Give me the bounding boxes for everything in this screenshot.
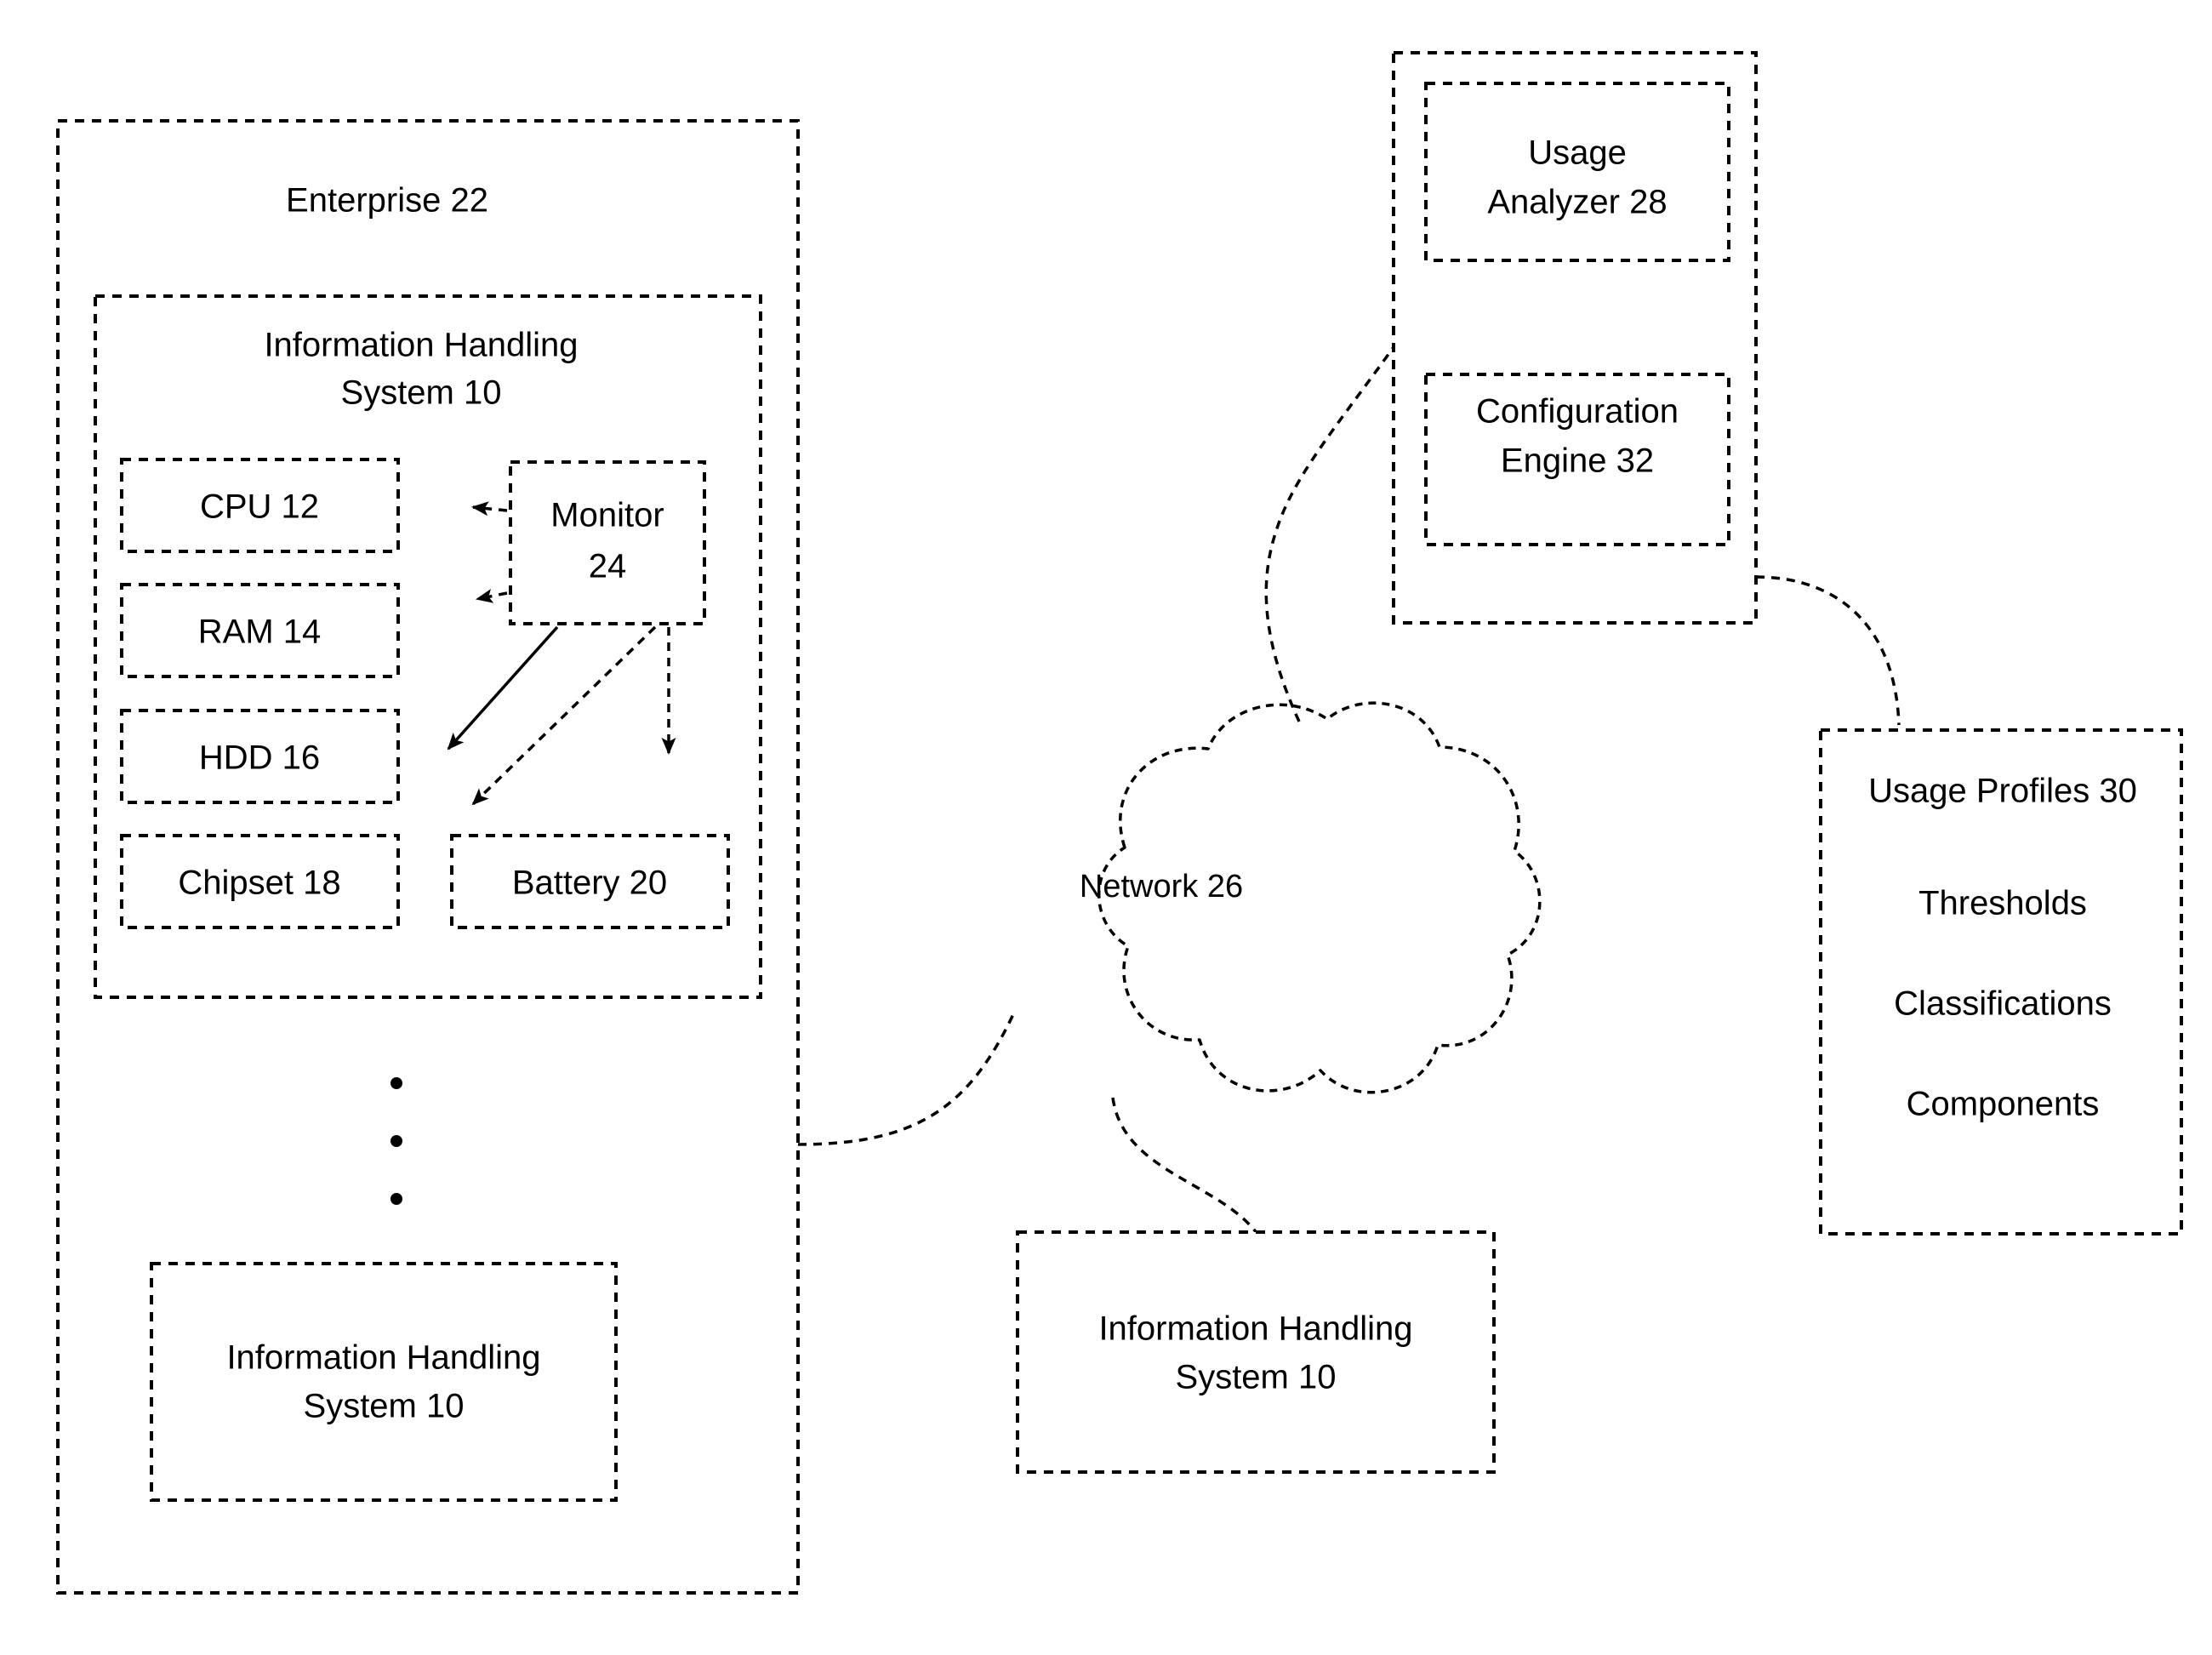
component-label-battery: Battery 20 — [512, 865, 667, 902]
connector-enterprise-to-network — [797, 1012, 1016, 1146]
network-label: Network 26 — [1080, 869, 1243, 905]
usage-analyzer-line1: Usage — [1528, 134, 1627, 172]
monitor-label-line1: Monitor — [550, 497, 664, 534]
configuration-engine-line1: Configuration — [1476, 393, 1679, 431]
component-label-hdd: HDD 16 — [199, 739, 320, 777]
monitor-box — [509, 460, 706, 625]
ihs-title-line2: System 10 — [341, 374, 502, 412]
additional-system-line2: System 10 — [304, 1388, 465, 1425]
component-label-ram: RAM 14 — [198, 613, 322, 651]
ihs-title-line1: Information Handling — [264, 327, 578, 364]
usage-profiles-entry-thresholds: Thresholds — [1918, 885, 2087, 922]
enterprise-title: Enterprise 22 — [286, 182, 488, 220]
monitor-label-line2: 24 — [589, 548, 627, 585]
patent-diagram-svg: Enterprise 22 Information Handling Syste… — [56, 51, 2183, 1595]
component-label-cpu: CPU 12 — [200, 488, 319, 526]
additional-system-box — [150, 1262, 618, 1502]
usage-analyzer-box — [1424, 82, 1730, 262]
usage-profiles-title: Usage Profiles 30 — [1868, 773, 2137, 810]
additional-system-line1: Information Handling — [226, 1339, 540, 1377]
connector-network-to-analyzer — [1264, 345, 1395, 722]
component-label-chipset: Chipset 18 — [178, 865, 340, 902]
connector-analyzer-to-profiles — [1755, 575, 1901, 726]
remote-system-line1: Information Handling — [1098, 1310, 1412, 1348]
usage-profiles-entry-classifications: Classifications — [1894, 985, 2112, 1023]
remote-system-line2: System 10 — [1176, 1359, 1337, 1396]
configuration-engine-line2: Engine 32 — [1501, 442, 1654, 480]
figure-canvas: Enterprise 22 Information Handling Syste… — [0, 0, 2212, 1655]
usage-profiles-entry-components: Components — [1907, 1086, 2100, 1123]
remote-system-box — [1016, 1230, 1496, 1474]
connector-network-to-remote-system — [1111, 1097, 1263, 1240]
usage-analyzer-line2: Analyzer 28 — [1487, 184, 1667, 221]
